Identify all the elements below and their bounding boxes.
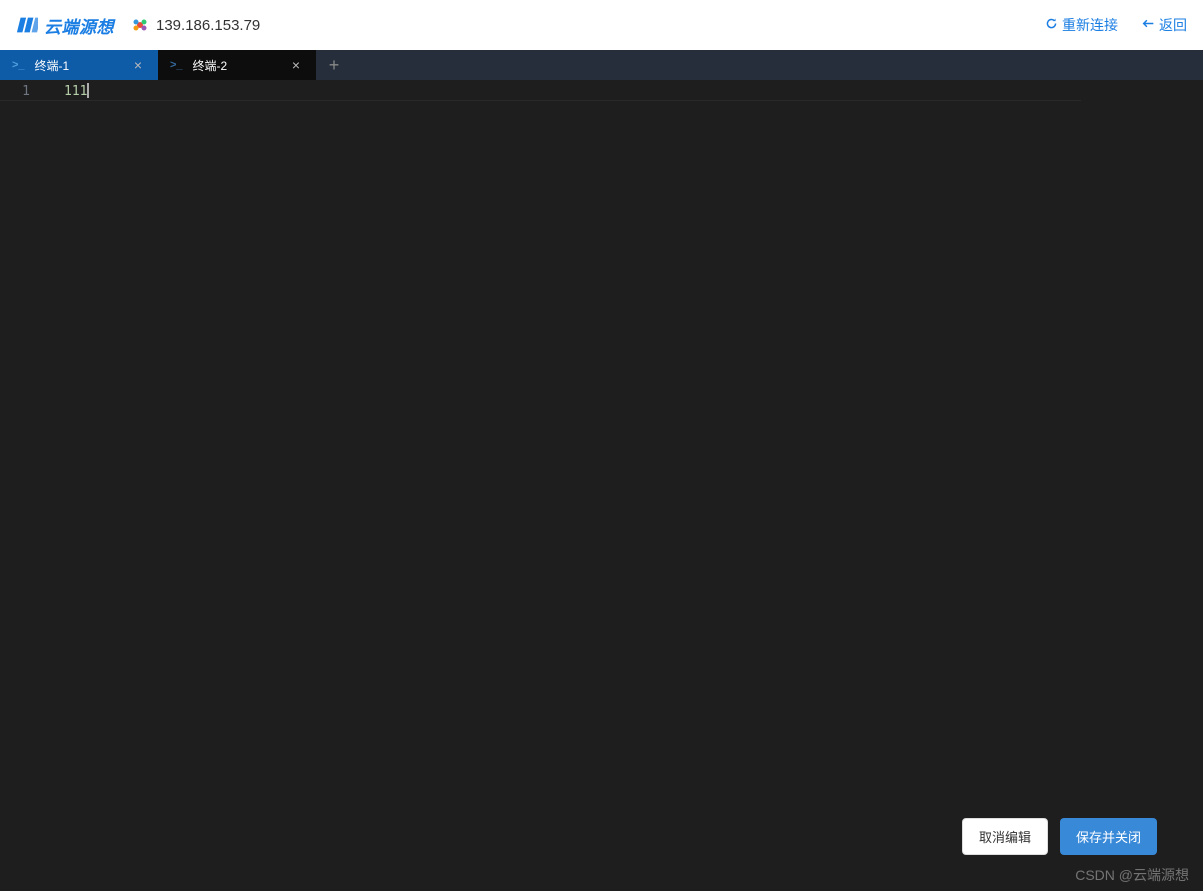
logo-text: 云端源想 (44, 13, 114, 38)
editor-line: 1 111 (0, 80, 1203, 100)
header-left: 云端源想 139.186.153.79 (16, 13, 260, 38)
logo-icon (16, 14, 38, 36)
cancel-button[interactable]: 取消编辑 (962, 818, 1048, 855)
close-icon[interactable]: × (288, 57, 304, 73)
refresh-icon (1045, 17, 1058, 33)
back-arrow-icon (1142, 17, 1155, 33)
back-button[interactable]: 返回 (1142, 15, 1187, 35)
editor-divider (0, 100, 1081, 101)
header-right: 重新连接 返回 (1045, 15, 1187, 35)
text-cursor (87, 83, 89, 98)
logo[interactable]: 云端源想 (16, 13, 114, 38)
server-info: 139.186.153.79 (132, 17, 260, 34)
line-number: 1 (0, 84, 52, 99)
footer-buttons: 取消编辑 保存并关闭 (962, 818, 1157, 855)
header-bar: 云端源想 139.186.153.79 重 (0, 0, 1203, 50)
reconnect-button[interactable]: 重新连接 (1045, 15, 1118, 35)
editor-area[interactable]: 1 111 (0, 80, 1203, 891)
tab-label: 终端-1 (35, 57, 120, 74)
back-label: 返回 (1159, 15, 1187, 35)
close-icon[interactable]: × (130, 57, 146, 73)
reconnect-label: 重新连接 (1062, 15, 1118, 35)
add-tab-button[interactable]: + (316, 50, 352, 80)
terminal-prompt-icon: >_ (170, 59, 183, 71)
save-button[interactable]: 保存并关闭 (1060, 818, 1157, 855)
line-content[interactable]: 111 (52, 84, 89, 99)
watermark: CSDN @云端源想 (1075, 865, 1189, 885)
server-icon (132, 17, 148, 33)
tab-label: 终端-2 (193, 57, 278, 74)
tab-terminal-2[interactable]: >_ 终端-2 × (158, 50, 316, 80)
tab-bar: >_ 终端-1 × >_ 终端-2 × + (0, 50, 1203, 80)
tab-terminal-1[interactable]: >_ 终端-1 × (0, 50, 158, 80)
server-ip: 139.186.153.79 (156, 17, 260, 34)
terminal-prompt-icon: >_ (12, 59, 25, 71)
